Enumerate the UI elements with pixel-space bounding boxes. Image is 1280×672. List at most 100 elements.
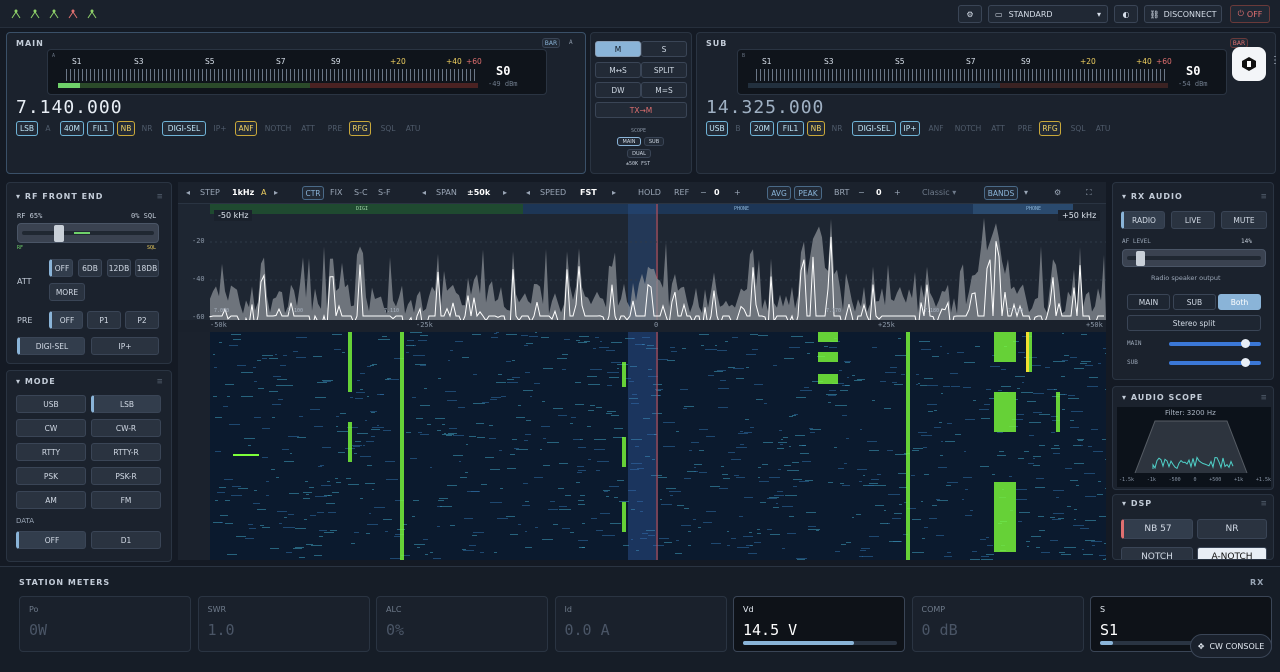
mode-am-button[interactable]: AM xyxy=(16,491,86,509)
main-btn-a[interactable]: A xyxy=(41,121,55,136)
data-off-button[interactable]: OFF xyxy=(16,531,86,549)
equalize-button[interactable]: M=S xyxy=(641,82,687,98)
scope-main-button[interactable]: MAIN xyxy=(617,137,641,146)
ref-plus-icon[interactable]: + xyxy=(734,188,741,197)
sub-vol-thumb[interactable] xyxy=(1241,358,1250,367)
main-btn-ip-[interactable]: IP+ xyxy=(210,121,230,136)
drag-handle-icon[interactable]: ≡ xyxy=(1261,499,1266,509)
route-mute-button[interactable]: MUTE xyxy=(1221,211,1267,229)
mode-usb-button[interactable]: USB xyxy=(16,395,86,413)
main-btn-fil1[interactable]: FIL1 xyxy=(87,121,114,136)
power-button[interactable]: ⏻ OFF xyxy=(1230,5,1270,23)
main-btn-notch[interactable]: NOTCH xyxy=(263,121,293,136)
speed-down-icon[interactable]: ◂ xyxy=(526,188,530,197)
avg-button[interactable]: AVG xyxy=(767,186,791,200)
mode-psk-button[interactable]: PSK xyxy=(16,467,86,485)
pre-off-button[interactable]: OFF xyxy=(49,311,83,329)
speed-value[interactable]: FST xyxy=(580,188,597,197)
sub-btn-digi-sel[interactable]: DIGI-SEL xyxy=(852,121,896,136)
hold-button[interactable]: HOLD xyxy=(638,188,661,197)
scroll-center-button[interactable]: S-C xyxy=(354,188,368,197)
route-live-button[interactable]: LIVE xyxy=(1171,211,1215,229)
af-level-slider[interactable] xyxy=(1122,249,1266,267)
mode-rtty-r-button[interactable]: RTTY-R xyxy=(91,443,161,461)
sub-btn-usb[interactable]: USB xyxy=(706,121,728,136)
step-value[interactable]: 1kHz xyxy=(232,188,254,197)
att-6db-button[interactable]: 6DB xyxy=(78,259,102,277)
digisel-button[interactable]: DIGI-SEL xyxy=(17,337,85,355)
collapse-icon[interactable]: ▾ xyxy=(16,192,25,201)
af-slider-thumb[interactable] xyxy=(1136,251,1145,266)
sub-btn-pre[interactable]: PRE xyxy=(1015,121,1035,136)
sub-vol-slider[interactable] xyxy=(1169,358,1261,367)
step-down-icon[interactable]: ◂ xyxy=(186,188,190,197)
att-more-button[interactable]: MORE xyxy=(49,283,85,301)
sub-btn-fil1[interactable]: FIL1 xyxy=(777,121,804,136)
profile-select[interactable]: ▭ STANDARD ▾ xyxy=(988,5,1108,23)
main-vol-thumb[interactable] xyxy=(1241,339,1250,348)
sub-btn-rfg[interactable]: RFG xyxy=(1039,121,1061,136)
step-auto[interactable]: A xyxy=(261,188,266,197)
split-button[interactable]: SPLIT xyxy=(641,62,687,78)
main-btn-sql[interactable]: SQL xyxy=(377,121,399,136)
main-btn-40m[interactable]: 40M xyxy=(60,121,84,136)
ctr-button[interactable]: CTR xyxy=(302,186,324,200)
collapse-icon[interactable]: ▾ xyxy=(1122,192,1131,201)
pre-p1-button[interactable]: P1 xyxy=(87,311,121,329)
sub-btn-b[interactable]: B xyxy=(731,121,745,136)
scroll-fixed-button[interactable]: S-F xyxy=(378,188,391,197)
brt-minus-icon[interactable]: − xyxy=(858,188,865,197)
main-btn-att[interactable]: ATT xyxy=(297,121,319,136)
rf-slider-thumb[interactable] xyxy=(54,225,64,242)
att-off-button[interactable]: OFF xyxy=(49,259,73,277)
drag-handle-icon[interactable]: ≡ xyxy=(1261,393,1266,403)
mode-cw-button[interactable]: CW xyxy=(16,419,86,437)
main-btn-atu[interactable]: ATU xyxy=(403,121,423,136)
nb-button[interactable]: NB 57 xyxy=(1121,519,1193,539)
scope-sub-button[interactable]: SUB xyxy=(644,137,664,146)
mode-rtty-button[interactable]: RTTY xyxy=(16,443,86,461)
main-bar-badge[interactable]: BAR xyxy=(542,38,560,48)
tx-main-button[interactable]: TX→M xyxy=(595,102,687,118)
disconnect-button[interactable]: ⛓ DISCONNECT xyxy=(1144,5,1222,23)
rf-sql-slider[interactable] xyxy=(17,223,159,243)
pre-p2-button[interactable]: P2 xyxy=(125,311,159,329)
span-down-icon[interactable]: ◂ xyxy=(422,188,426,197)
main-btn-nr[interactable]: NR xyxy=(139,121,155,136)
dual-watch-button[interactable]: DW xyxy=(595,82,641,98)
nr-button[interactable]: NR xyxy=(1197,519,1267,539)
antenna-icon[interactable] xyxy=(10,8,22,20)
step-up-icon[interactable]: ▸ xyxy=(274,188,278,197)
waterfall-display[interactable] xyxy=(178,332,1106,560)
plug-icon[interactable] xyxy=(29,8,41,20)
cw-console-button[interactable]: ✥ CW CONSOLE xyxy=(1190,634,1272,658)
peak-button[interactable]: PEAK xyxy=(794,186,822,200)
output-main-button[interactable]: MAIN xyxy=(1127,294,1170,310)
drag-handle-icon[interactable]: ≡ xyxy=(157,377,162,387)
grid-dots-icon[interactable]: ⋮⋮ xyxy=(1270,55,1280,66)
drag-handle-icon[interactable]: ≡ xyxy=(1261,192,1266,202)
sync-icon[interactable] xyxy=(86,8,98,20)
mode-psk-r-button[interactable]: PSK-R xyxy=(91,467,161,485)
sub-btn-20m[interactable]: 20M xyxy=(750,121,774,136)
sub-btn-atu[interactable]: ATU xyxy=(1093,121,1113,136)
sub-frequency[interactable]: 14.325.000 xyxy=(706,97,824,118)
sub-btn-nb[interactable]: NB xyxy=(807,121,825,136)
mode-cw-r-button[interactable]: CW-R xyxy=(91,419,161,437)
app-logo[interactable] xyxy=(1232,47,1266,81)
scope-dual-button[interactable]: DUAL xyxy=(627,149,651,158)
data-d1-button[interactable]: D1 xyxy=(91,531,161,549)
att-12db-button[interactable]: 12DB xyxy=(107,259,131,277)
theme-select[interactable]: Classic ▾ xyxy=(922,188,956,197)
chevron-down-icon[interactable]: ▾ xyxy=(1024,188,1028,197)
collapse-icon[interactable]: ▾ xyxy=(16,377,25,386)
gear-icon[interactable]: ⚙ xyxy=(1054,188,1061,197)
alert-icon[interactable] xyxy=(67,8,79,20)
sub-btn-ip-[interactable]: IP+ xyxy=(900,121,920,136)
stereo-split-button[interactable]: Stereo split xyxy=(1127,315,1261,331)
output-sub-button[interactable]: SUB xyxy=(1173,294,1216,310)
collapse-icon[interactable]: ▾ xyxy=(1122,499,1131,508)
span-up-icon[interactable]: ▸ xyxy=(503,188,507,197)
main-btn-anf[interactable]: ANF xyxy=(235,121,257,136)
sub-btn-att[interactable]: ATT xyxy=(987,121,1009,136)
